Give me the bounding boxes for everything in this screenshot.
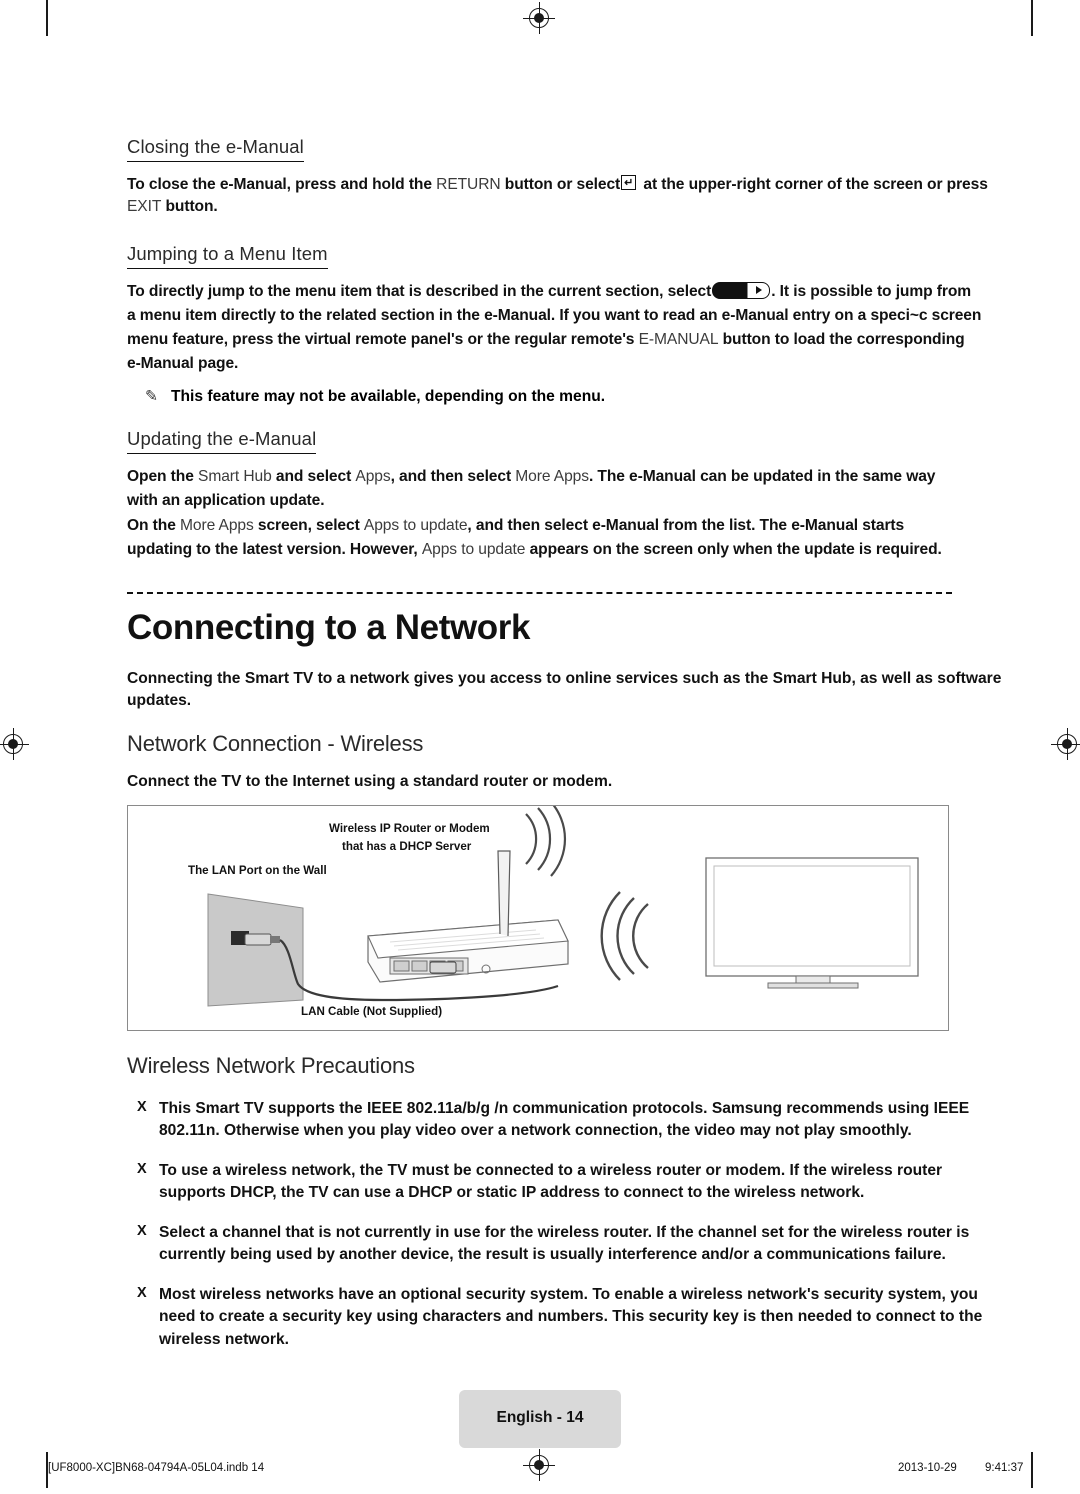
paragraph-jumping-line2: a menu item directly to the related sect… <box>127 306 982 324</box>
note-text: This feature may not be available, depen… <box>171 387 606 405</box>
keyword-more-apps: More Apps <box>515 468 589 486</box>
text-fragment: appears on the screen only when the upda… <box>525 540 942 558</box>
paragraph-updating-line3: On the More Apps screen, select Apps to … <box>127 515 1027 537</box>
keyword-emanual-button: E-MANUAL <box>638 331 719 349</box>
paragraph-updating-line1: Open the Smart Hub and select Apps, and … <box>127 466 1027 488</box>
heading-closing-emanual: Closing the e-Manual <box>127 136 304 162</box>
list-item-text: To use a wireless network, the TV must b… <box>159 1161 943 1202</box>
heading-updating-emanual: Updating the e-Manual <box>127 428 317 455</box>
text-fragment: menu feature, press the virtual remote p… <box>127 331 639 349</box>
text-fragment: On the <box>127 516 181 534</box>
text-fragment: To close the e-Manual, press and hold th… <box>127 176 437 193</box>
keyword-smart-hub: Smart Hub <box>198 468 272 486</box>
chapter-divider <box>127 592 952 594</box>
text-fragment: , and then select e-Manual from the list… <box>467 516 905 534</box>
text-fragment: . It is possible to jump from <box>771 282 972 300</box>
article-content: Closing the e-Manual To close the e-Manu… <box>127 136 988 571</box>
figure-svg <box>207 801 919 1007</box>
registration-mark-left <box>0 728 29 760</box>
footer-date: 2013-10-29 <box>898 1462 957 1474</box>
keyword-apps-to-update: Apps to update <box>363 516 468 534</box>
paragraph-updating-line2: with an application update. <box>127 492 325 510</box>
figure-label-router-line2: that has a DHCP Server <box>342 840 472 853</box>
text-fragment: and select <box>271 468 356 486</box>
text-fragment: . The e-Manual can be updated in the sam… <box>588 468 936 486</box>
paragraph-jumping-line4: e-Manual page. <box>127 355 239 373</box>
bullet-mark-icon: X <box>137 1160 147 1177</box>
text-fragment: , and then select <box>390 468 516 486</box>
heading-jumping-menu-item: Jumping to a Menu Item <box>127 243 328 269</box>
registration-mark-top <box>523 2 555 34</box>
paragraph-jumping-line3: menu feature, press the virtual remote p… <box>127 329 1027 351</box>
text-fragment: at the upper-right corner of the screen … <box>639 176 988 193</box>
text-fragment: screen, select <box>253 516 364 534</box>
footer-time: 9:41:37 <box>985 1462 1024 1474</box>
keyword-apps-to-update-2: Apps to update <box>421 540 526 558</box>
section-title-network-connection-wireless: Network Connection - Wireless <box>127 731 424 756</box>
jump-pill-icon <box>712 281 771 299</box>
text-fragment: To directly jump to the menu item that i… <box>127 282 712 300</box>
list-item: X Most wireless networks have an optiona… <box>137 1284 1007 1351</box>
list-item: X To use a wireless network, the TV must… <box>137 1160 1007 1205</box>
note-jumping: ✎ This feature may not be available, dep… <box>145 386 952 408</box>
paragraph-jumping-line1: To directly jump to the menu item that i… <box>127 281 1007 303</box>
crop-mark-top-right <box>1031 0 1033 36</box>
keyword-exit: EXIT <box>127 198 162 216</box>
text-fragment: button to load the corresponding <box>718 331 965 349</box>
figure-label-router-line1: Wireless IP Router or Modem <box>329 822 490 835</box>
precautions-list: X This Smart TV supports the IEEE 802.11… <box>137 1098 1007 1368</box>
registration-mark-right <box>1051 728 1080 760</box>
bullet-mark-icon: X <box>137 1099 147 1115</box>
text-fragment: button. <box>161 198 218 216</box>
keyword-return: RETURN <box>436 176 501 193</box>
keyword-more-apps-2: More Apps <box>180 516 254 534</box>
crop-mark-top-left <box>46 0 48 36</box>
return-icon: ↵ <box>621 175 638 192</box>
section-intro-wireless: Connect the TV to the Internet using a s… <box>127 773 613 790</box>
text-fragment: Open the <box>127 468 199 486</box>
chapter-title: Connecting to a Network <box>127 608 531 647</box>
section-title-wireless-precautions: Wireless Network Precautions <box>127 1053 415 1078</box>
text-fragment: button or select <box>500 176 621 193</box>
figure-wireless-network-diagram: Wireless IP Router or Modem that has a D… <box>127 801 949 1031</box>
list-item-text: Select a channel that is not currently i… <box>159 1223 970 1264</box>
list-item: X Select a channel that is not currently… <box>137 1222 1007 1267</box>
page-number-tab: English - 14 <box>459 1390 621 1448</box>
list-item: X This Smart TV supports the IEEE 802.11… <box>137 1098 1007 1143</box>
registration-mark-bottom <box>523 1449 555 1481</box>
footer-file-info: [UF8000-XC]BN68-04794A-05L04.indb 14 <box>48 1462 265 1474</box>
page-number-label: English - 14 <box>496 1409 584 1426</box>
crop-mark-bottom-right <box>1031 1452 1033 1488</box>
page: Closing the e-Manual To close the e-Manu… <box>0 0 1080 1494</box>
figure-label-lan-cable: LAN Cable (Not Supplied) <box>301 1005 443 1018</box>
text-fragment: updating to the latest version. However, <box>127 540 422 558</box>
figure-label-lan-port: The LAN Port on the Wall <box>188 864 327 877</box>
paragraph-closing-emanual: To close the e-Manual, press and hold th… <box>127 174 1007 219</box>
paragraph-updating-line4: updating to the latest version. However,… <box>127 539 1027 561</box>
bullet-mark-icon: X <box>137 1222 147 1239</box>
list-item-text: Most wireless networks have an optional … <box>159 1285 983 1348</box>
bullet-mark-icon: X <box>137 1284 147 1301</box>
chapter-intro: Connecting the Smart TV to a network giv… <box>127 670 1002 710</box>
keyword-apps: Apps <box>355 468 391 486</box>
note-icon: ✎ <box>145 387 159 405</box>
list-item-text: This Smart TV supports the IEEE 802.11a/… <box>159 1100 970 1140</box>
